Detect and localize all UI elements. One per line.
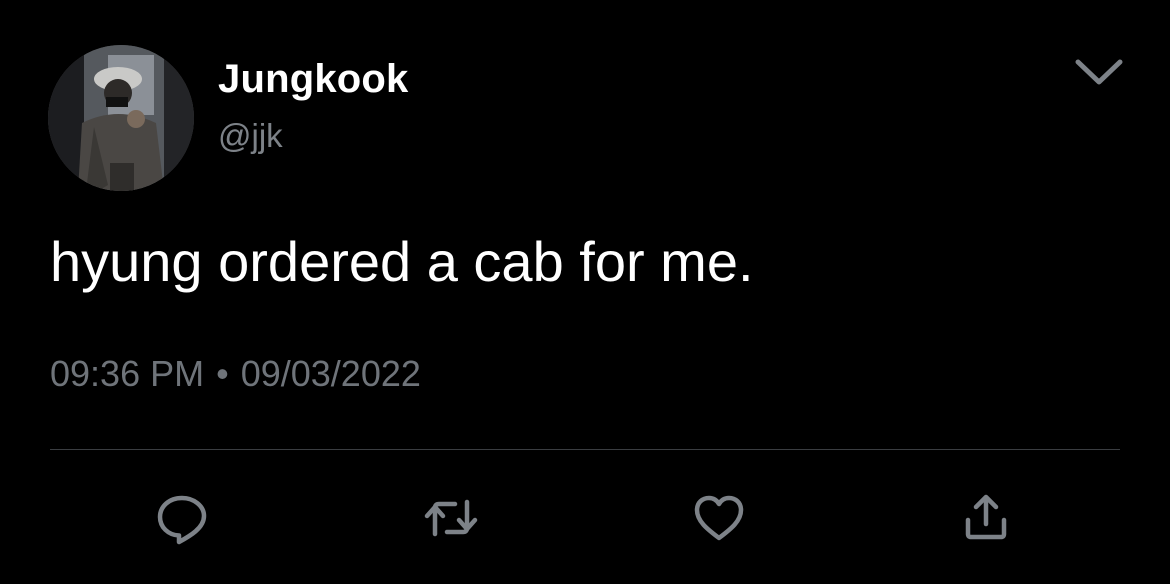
share-icon — [965, 494, 1007, 540]
meta-separator: • — [216, 353, 229, 394]
avatar[interactable] — [48, 45, 194, 191]
like-button[interactable] — [691, 490, 747, 546]
chevron-down-icon[interactable] — [1072, 52, 1126, 92]
reply-button[interactable] — [154, 490, 210, 546]
tweet-date: 09/03/2022 — [240, 353, 421, 394]
tweet-timestamp[interactable]: 09:36 PM • 09/03/2022 — [50, 352, 421, 396]
share-button[interactable] — [958, 490, 1014, 546]
retweet-button[interactable] — [423, 490, 479, 546]
user-handle[interactable]: @jjk — [218, 116, 283, 156]
display-name[interactable]: Jungkook — [218, 56, 409, 102]
avatar-photo — [48, 45, 194, 191]
tweet-text: hyung ordered a cab for me. — [50, 230, 754, 293]
retweet-icon — [424, 499, 478, 537]
tweet-card: Jungkook @jjk hyung ordered a cab for me… — [0, 0, 1170, 584]
divider — [50, 449, 1120, 450]
tweet-time: 09:36 PM — [50, 353, 205, 394]
heart-icon — [694, 495, 744, 541]
reply-bubble-icon — [157, 495, 207, 545]
